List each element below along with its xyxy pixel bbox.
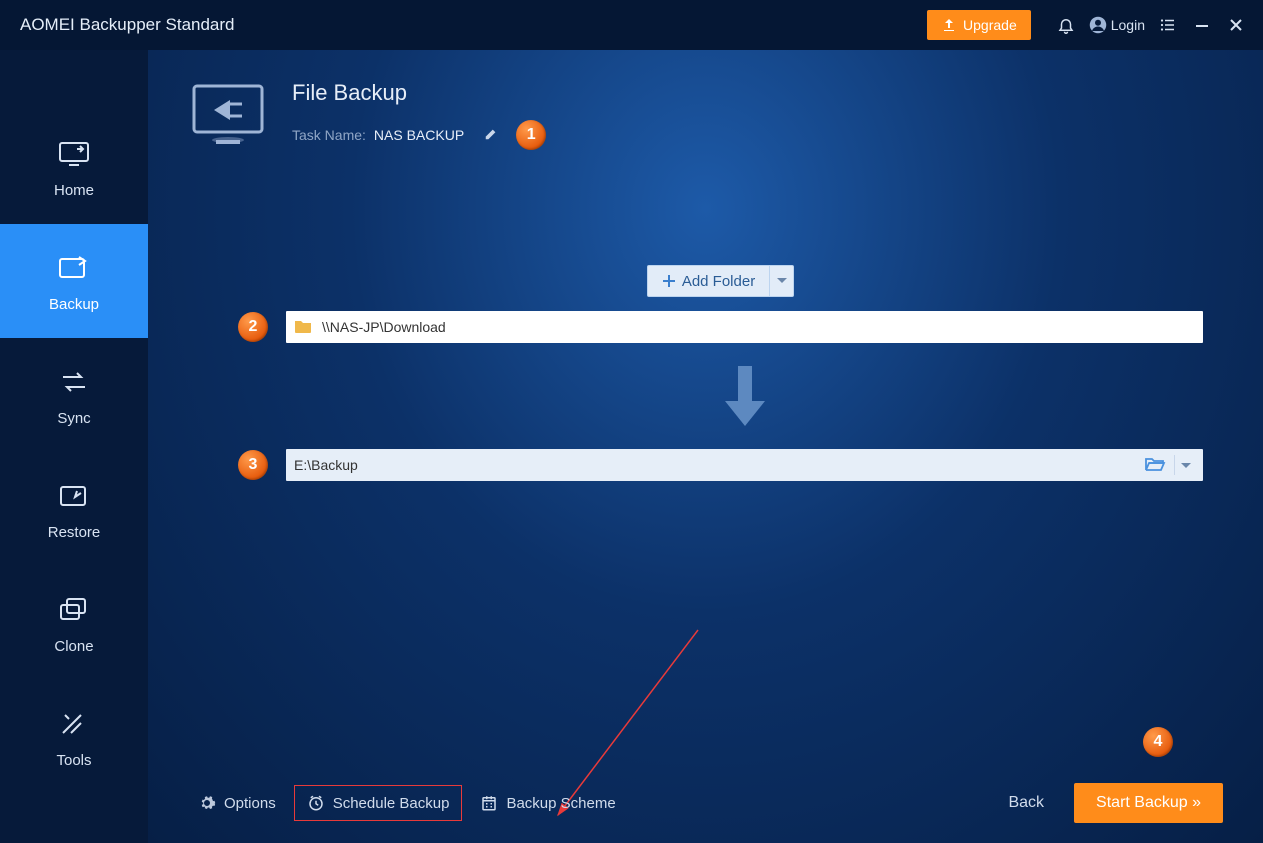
schedule-backup-button[interactable]: Schedule Backup (294, 785, 463, 821)
upgrade-button[interactable]: Upgrade (927, 10, 1031, 40)
app-title: AOMEI Backupper Standard (20, 15, 927, 35)
sidebar-item-label: Tools (56, 752, 91, 769)
callout-2: 2 (238, 312, 268, 342)
footer: Options Schedule Backup Backup Scheme Ba… (148, 763, 1263, 843)
bell-icon[interactable] (1049, 16, 1083, 34)
divider (1174, 455, 1175, 475)
pencil-icon[interactable] (484, 127, 498, 144)
chevron-down-icon (1181, 462, 1191, 470)
add-folder-label: Add Folder (682, 273, 755, 290)
arrow-down-icon (286, 361, 1203, 431)
sidebar-item-label: Backup (49, 296, 99, 313)
dest-path-box[interactable]: E:\Backup (286, 449, 1203, 481)
upgrade-icon (941, 17, 957, 33)
minimize-button[interactable] (1185, 18, 1219, 32)
sidebar-item-clone[interactable]: Clone (0, 566, 148, 680)
sidebar-item-label: Sync (57, 410, 90, 427)
clock-icon (307, 794, 325, 812)
title-block: File Backup Task Name: NAS BACKUP 1 (292, 80, 546, 150)
add-folder-button-group: Add Folder (647, 265, 794, 297)
login-button[interactable]: Login (1089, 16, 1145, 34)
app-window: AOMEI Backupper Standard Upgrade Login (0, 0, 1263, 843)
sidebar: Home Backup Sync Restore (0, 50, 148, 843)
task-name-label: Task Name: (292, 127, 366, 143)
tools-icon (56, 706, 92, 742)
callout-4: 4 (1143, 727, 1173, 757)
schedule-backup-label: Schedule Backup (333, 795, 450, 812)
file-backup-icon (188, 80, 268, 155)
main-panel: File Backup Task Name: NAS BACKUP 1 (148, 50, 1263, 843)
back-button[interactable]: Back (1008, 794, 1044, 812)
callout-1: 1 (516, 120, 546, 150)
page-header: File Backup Task Name: NAS BACKUP 1 (148, 50, 1263, 185)
dest-row: 3 E:\Backup (238, 449, 1203, 481)
titlebar: AOMEI Backupper Standard Upgrade Login (0, 0, 1263, 50)
center-area: Add Folder 2 \\NAS-JP\Download (148, 265, 1263, 481)
dest-dropdown[interactable] (1177, 457, 1195, 473)
source-row: 2 \\NAS-JP\Download (238, 311, 1203, 343)
dest-path-text: E:\Backup (294, 457, 358, 473)
sidebar-item-home[interactable]: Home (0, 110, 148, 224)
upgrade-label: Upgrade (963, 17, 1017, 33)
callout-3: 3 (238, 450, 268, 480)
sidebar-item-label: Restore (48, 524, 101, 541)
start-backup-label: Start Backup » (1096, 794, 1201, 812)
clone-icon (56, 592, 92, 628)
source-path-box[interactable]: \\NAS-JP\Download (286, 311, 1203, 343)
options-label: Options (224, 795, 276, 812)
task-name-value: NAS BACKUP (374, 127, 464, 143)
add-folder-button[interactable]: Add Folder (648, 266, 769, 296)
sidebar-item-restore[interactable]: Restore (0, 452, 148, 566)
user-icon (1089, 16, 1107, 34)
sync-icon (56, 364, 92, 400)
folder-icon (294, 318, 312, 337)
sidebar-item-sync[interactable]: Sync (0, 338, 148, 452)
add-folder-dropdown[interactable] (769, 266, 793, 296)
scheme-icon (480, 794, 498, 812)
chevron-down-icon (777, 277, 787, 285)
plus-icon (662, 274, 676, 288)
page-title: File Backup (292, 80, 546, 106)
restore-icon (56, 478, 92, 514)
gear-icon (198, 794, 216, 812)
backup-scheme-button[interactable]: Backup Scheme (470, 788, 625, 818)
sidebar-item-label: Home (54, 182, 94, 199)
folder-open-icon[interactable] (1138, 456, 1172, 475)
login-label: Login (1111, 17, 1145, 33)
body: Home Backup Sync Restore (0, 50, 1263, 843)
options-button[interactable]: Options (188, 788, 286, 818)
sidebar-item-label: Clone (54, 638, 93, 655)
sidebar-item-tools[interactable]: Tools (0, 680, 148, 794)
backup-icon (56, 250, 92, 286)
start-backup-button[interactable]: Start Backup » (1074, 783, 1223, 823)
sidebar-item-backup[interactable]: Backup (0, 224, 148, 338)
home-icon (56, 136, 92, 172)
menu-icon[interactable] (1151, 16, 1185, 34)
source-path-text: \\NAS-JP\Download (322, 319, 446, 335)
close-button[interactable] (1219, 18, 1253, 32)
backup-scheme-label: Backup Scheme (506, 795, 615, 812)
